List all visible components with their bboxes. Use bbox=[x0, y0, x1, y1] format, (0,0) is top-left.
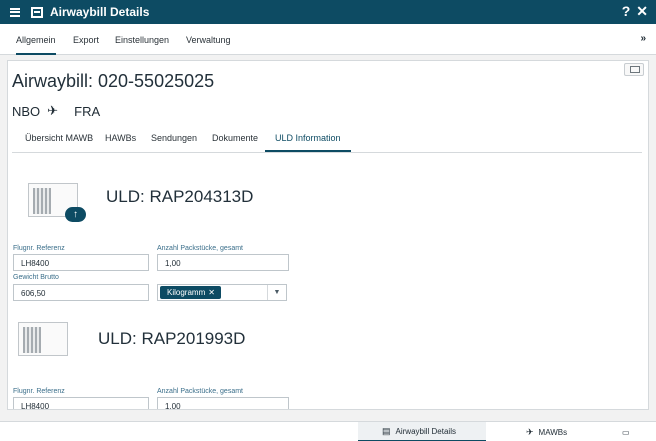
pieces-field[interactable]: 1,00 bbox=[157, 397, 289, 409]
unit-chip: Kilogramm ✕ bbox=[160, 286, 221, 299]
flight-reference-label: Flugnr. Referenz bbox=[13, 388, 65, 395]
sub-tabs: Übersicht MAWB HAWBs Sendungen Dokumente… bbox=[12, 130, 642, 153]
monitor-icon[interactable]: ▭ bbox=[622, 422, 642, 441]
cloud-upload-icon[interactable]: ↑ bbox=[65, 207, 86, 222]
route: NBO ✈ FRA bbox=[12, 103, 100, 119]
content-panel: Airwaybill: 020-55025025 NBO ✈ FRA Übers… bbox=[7, 60, 649, 410]
document-icon bbox=[31, 6, 43, 18]
uld-container-image bbox=[14, 320, 74, 360]
bottom-tab-airwaybill-details[interactable]: ▤ Airwaybill Details bbox=[358, 422, 486, 441]
remove-icon[interactable]: ✕ bbox=[208, 288, 215, 297]
tab-uebersicht-mawb[interactable]: Übersicht MAWB bbox=[25, 133, 93, 143]
monitor-icon[interactable] bbox=[624, 63, 644, 76]
page-title: Airwaybill: 020-55025025 bbox=[12, 71, 215, 91]
weight-unit-select[interactable]: Kilogramm ✕ ▼ bbox=[157, 284, 287, 301]
pieces-label: Anzahl Packstücke, gesamt bbox=[157, 388, 243, 395]
plane-icon: ✈ bbox=[47, 103, 59, 118]
bottom-tab-mawbs[interactable]: ✈ MAWBs bbox=[486, 422, 596, 441]
plane-icon: ✈ bbox=[526, 426, 534, 437]
tab-verwaltung[interactable]: Verwaltung bbox=[186, 35, 231, 45]
window-title: Airwaybill Details bbox=[50, 5, 150, 19]
pieces-label: Anzahl Packstücke, gesamt bbox=[157, 245, 243, 252]
gross-weight-field[interactable]: 606,50 bbox=[13, 284, 149, 301]
tab-hawbs[interactable]: HAWBs bbox=[105, 133, 136, 143]
help-button[interactable]: ? bbox=[622, 3, 631, 20]
chevron-down-icon[interactable]: » bbox=[640, 33, 646, 44]
uld-title: ULD: RAP204313D bbox=[106, 187, 254, 206]
tab-export[interactable]: Export bbox=[73, 35, 99, 45]
main-tabs: Allgemein Export Einstellungen Verwaltun… bbox=[0, 24, 656, 55]
uld-container-image: ↑ bbox=[24, 181, 86, 222]
gross-weight-label: Gewicht Brutto bbox=[13, 274, 59, 281]
document-icon: ▤ bbox=[382, 425, 391, 436]
tab-allgemein[interactable]: Allgemein bbox=[16, 35, 56, 55]
origin: NBO bbox=[12, 103, 41, 119]
tab-uld-information[interactable]: ULD Information bbox=[265, 133, 351, 152]
pieces-field[interactable]: 1,00 bbox=[157, 254, 289, 271]
title-bar: Airwaybill Details ? ✕ bbox=[0, 0, 656, 24]
flight-reference-field[interactable]: LH8400 bbox=[13, 254, 149, 271]
close-button[interactable]: ✕ bbox=[636, 3, 648, 20]
destination: FRA bbox=[74, 103, 101, 119]
tab-einstellungen[interactable]: Einstellungen bbox=[115, 35, 169, 45]
flight-reference-label: Flugnr. Referenz bbox=[13, 245, 65, 252]
chevron-down-icon[interactable]: ▼ bbox=[267, 285, 286, 300]
tab-dokumente[interactable]: Dokumente bbox=[212, 133, 258, 143]
tab-sendungen[interactable]: Sendungen bbox=[151, 133, 197, 143]
uld-title: ULD: RAP201993D bbox=[98, 329, 246, 348]
flight-reference-field[interactable]: LH8400 bbox=[13, 397, 149, 409]
menu-icon[interactable] bbox=[10, 7, 20, 17]
bottom-navigation: ▤ Airwaybill Details ✈ MAWBs ▭ bbox=[0, 421, 656, 441]
